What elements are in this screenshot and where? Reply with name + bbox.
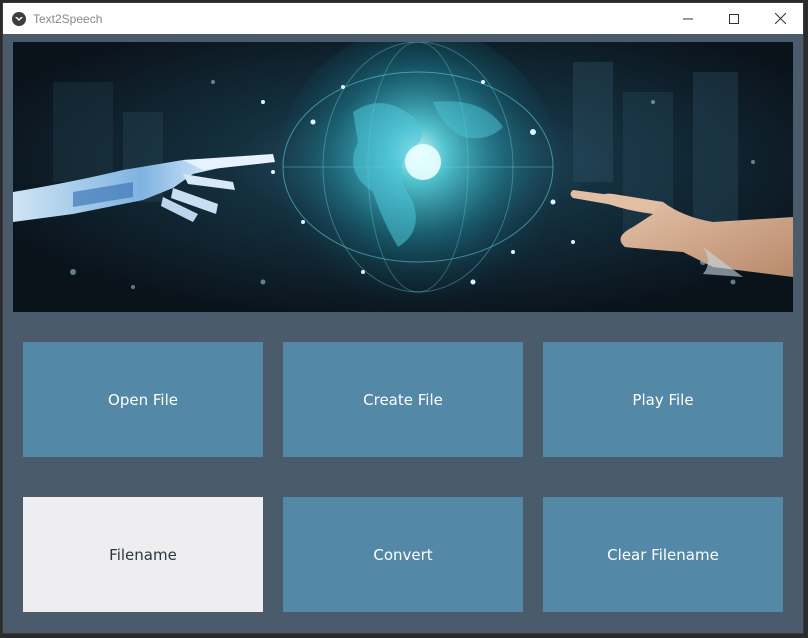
close-button[interactable] xyxy=(757,3,803,34)
clear-filename-button[interactable]: Clear Filename xyxy=(543,497,783,612)
banner-image xyxy=(13,42,793,312)
play-file-button[interactable]: Play File xyxy=(543,342,783,457)
title-bar[interactable]: Text2Speech xyxy=(3,3,803,34)
window-controls xyxy=(665,3,803,34)
minimize-icon xyxy=(683,18,693,19)
app-window: Text2Speech Open File Create File Play F… xyxy=(2,2,804,634)
maximize-button[interactable] xyxy=(711,3,757,34)
open-file-button[interactable]: Open File xyxy=(23,342,263,457)
maximize-icon xyxy=(729,13,739,24)
window-title: Text2Speech xyxy=(33,11,103,26)
convert-button[interactable]: Convert xyxy=(283,497,523,612)
filename-field[interactable]: Filename xyxy=(23,497,263,612)
create-file-button[interactable]: Create File xyxy=(283,342,523,457)
minimize-button[interactable] xyxy=(665,3,711,34)
app-icon xyxy=(12,11,26,26)
robot-hand-and-human-hand-touching-globe-image xyxy=(13,42,793,312)
close-icon xyxy=(774,13,786,24)
